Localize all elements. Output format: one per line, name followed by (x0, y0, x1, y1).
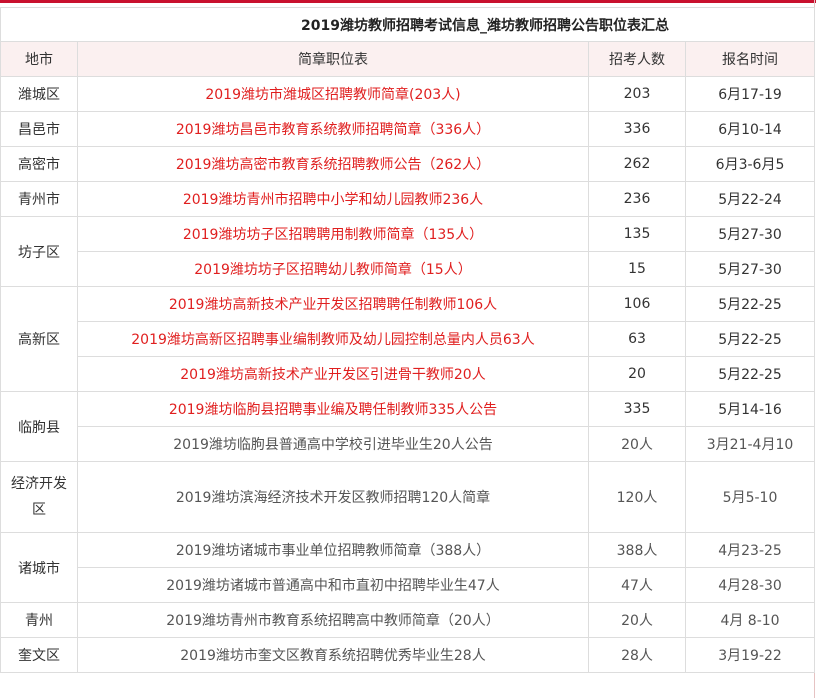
area-cell: 经济开发区 (0, 461, 78, 533)
area-cell: 坊子区 (0, 216, 78, 287)
date-cell: 5月22-24 (684, 181, 816, 217)
notice-text: 2019潍坊市奎文区教育系统招聘优秀毕业生28人 (77, 637, 589, 673)
notice-text: 2019潍坊诸城市普通高中和市直初中招聘毕业生47人 (77, 567, 589, 603)
notice-link[interactable]: 2019潍坊高新技术产业开发区引进骨干教师20人 (77, 356, 589, 392)
date-cell: 4月28-30 (684, 567, 816, 603)
area-cell: 潍城区 (0, 76, 78, 112)
area-cell: 青州市 (0, 181, 78, 217)
table-row: 坊子区 2019潍坊坊子区招聘聘用制教师简章（135人） 135 5月27-30 (0, 216, 816, 287)
date-cell: 5月27-30 (684, 216, 816, 252)
header-row: 地市 简章职位表 招考人数 报名时间 (0, 41, 816, 77)
area-cell: 昌邑市 (0, 111, 78, 147)
count-cell: 20 (588, 356, 686, 392)
area-cell: 奎文区 (0, 637, 78, 673)
table-row: 临朐县 2019潍坊临朐县招聘事业编及聘任制教师335人公告 335 5月14-… (0, 391, 816, 462)
count-cell: 63 (588, 321, 686, 357)
notice-link[interactable]: 2019潍坊高新技术产业开发区招聘聘任制教师106人 (77, 286, 589, 322)
date-cell: 5月27-30 (684, 251, 816, 287)
recruitment-table: 2019潍坊教师招聘考试信息_潍坊教师招聘公告职位表汇总 地市 简章职位表 招考… (0, 7, 816, 673)
table-row: 2019潍坊高新区招聘事业编制教师及幼儿园控制总量内人员63人 63 5月22-… (1, 321, 816, 357)
count-cell: 15 (588, 251, 686, 287)
date-cell: 4月 8-10 (684, 602, 816, 638)
area-cell: 青州 (0, 602, 78, 638)
date-cell: 5月5-10 (684, 461, 816, 533)
notice-link[interactable]: 2019潍坊昌邑市教育系统教师招聘简章（336人） (77, 111, 589, 147)
notice-link[interactable]: 2019潍坊青州市招聘中小学和幼儿园教师236人 (77, 181, 589, 217)
date-cell: 5月14-16 (684, 391, 816, 427)
area-cell: 诸城市 (0, 532, 78, 603)
notice-text: 2019潍坊青州市教育系统招聘高中教师简章（20人） (77, 602, 589, 638)
table-row: 2019潍坊坊子区招聘幼儿教师简章（15人） 15 5月27-30 (1, 251, 816, 287)
table-row: 高密市 2019潍坊高密市教育系统招聘教师公告（262人） 262 6月3-6月… (0, 146, 816, 182)
count-cell: 20人 (588, 602, 686, 638)
count-cell: 20人 (588, 426, 686, 462)
date-cell: 5月22-25 (684, 286, 816, 322)
table-row: 2019潍坊诸城市普通高中和市直初中招聘毕业生47人 47人 4月28-30 (1, 567, 816, 603)
top-accent-bar (0, 0, 816, 3)
table-row: 诸城市 2019潍坊诸城市事业单位招聘教师简章（388人） 388人 4月23-… (0, 532, 816, 603)
count-cell: 335 (588, 391, 686, 427)
table-row: 高新区 2019潍坊高新技术产业开发区招聘聘任制教师106人 106 5月22-… (0, 286, 816, 392)
area-cell: 高密市 (0, 146, 78, 182)
table-row: 经济开发区 2019潍坊滨海经济技术开发区教师招聘120人简章 120人 5月5… (0, 461, 816, 533)
count-cell: 28人 (588, 637, 686, 673)
date-cell: 6月3-6月5 (684, 146, 816, 182)
date-cell: 6月10-14 (684, 111, 816, 147)
count-cell: 262 (588, 146, 686, 182)
count-cell: 120人 (588, 461, 686, 533)
notice-link[interactable]: 2019潍坊市潍城区招聘教师简章(203人) (77, 76, 589, 112)
notice-text: 2019潍坊滨海经济技术开发区教师招聘120人简章 (77, 461, 589, 533)
notice-text: 2019潍坊诸城市事业单位招聘教师简章（388人） (77, 532, 589, 568)
table-row: 潍城区 2019潍坊市潍城区招聘教师简章(203人) 203 6月17-19 (0, 76, 816, 112)
count-cell: 47人 (588, 567, 686, 603)
date-cell: 5月22-25 (684, 356, 816, 392)
notice-text: 2019潍坊临朐县普通高中学校引进毕业生20人公告 (77, 426, 589, 462)
table-row: 青州 2019潍坊青州市教育系统招聘高中教师简章（20人） 20人 4月 8-1… (0, 602, 816, 638)
table-title: 2019潍坊教师招聘考试信息_潍坊教师招聘公告职位表汇总 (0, 7, 816, 42)
table-row: 青州市 2019潍坊青州市招聘中小学和幼儿园教师236人 236 5月22-24 (0, 181, 816, 217)
date-cell: 6月17-19 (684, 76, 816, 112)
table-row: 2019潍坊高新技术产业开发区引进骨干教师20人 20 5月22-25 (1, 356, 816, 392)
table-row: 奎文区 2019潍坊市奎文区教育系统招聘优秀毕业生28人 28人 3月19-22 (0, 637, 816, 673)
title-row: 2019潍坊教师招聘考试信息_潍坊教师招聘公告职位表汇总 (0, 7, 816, 42)
count-cell: 106 (588, 286, 686, 322)
count-cell: 388人 (588, 532, 686, 568)
table-row: 昌邑市 2019潍坊昌邑市教育系统教师招聘简章（336人） 336 6月10-1… (0, 111, 816, 147)
table-row: 2019潍坊临朐县普通高中学校引进毕业生20人公告 20人 3月21-4月10 (1, 426, 816, 462)
notice-link[interactable]: 2019潍坊坊子区招聘幼儿教师简章（15人） (77, 251, 589, 287)
notice-link[interactable]: 2019潍坊高新区招聘事业编制教师及幼儿园控制总量内人员63人 (77, 321, 589, 357)
date-cell: 3月19-22 (684, 637, 816, 673)
area-cell: 高新区 (0, 286, 78, 392)
date-cell: 3月21-4月10 (684, 426, 816, 462)
notice-link[interactable]: 2019潍坊坊子区招聘聘用制教师简章（135人） (77, 216, 589, 252)
header-count: 招考人数 (588, 41, 686, 77)
area-cell: 临朐县 (0, 391, 78, 462)
count-cell: 203 (588, 76, 686, 112)
header-link: 简章职位表 (77, 41, 589, 77)
count-cell: 236 (588, 181, 686, 217)
notice-link[interactable]: 2019潍坊高密市教育系统招聘教师公告（262人） (77, 146, 589, 182)
date-cell: 5月22-25 (684, 321, 816, 357)
notice-link[interactable]: 2019潍坊临朐县招聘事业编及聘任制教师335人公告 (77, 391, 589, 427)
header-area: 地市 (0, 41, 78, 77)
count-cell: 135 (588, 216, 686, 252)
header-date: 报名时间 (684, 41, 816, 77)
date-cell: 4月23-25 (684, 532, 816, 568)
count-cell: 336 (588, 111, 686, 147)
